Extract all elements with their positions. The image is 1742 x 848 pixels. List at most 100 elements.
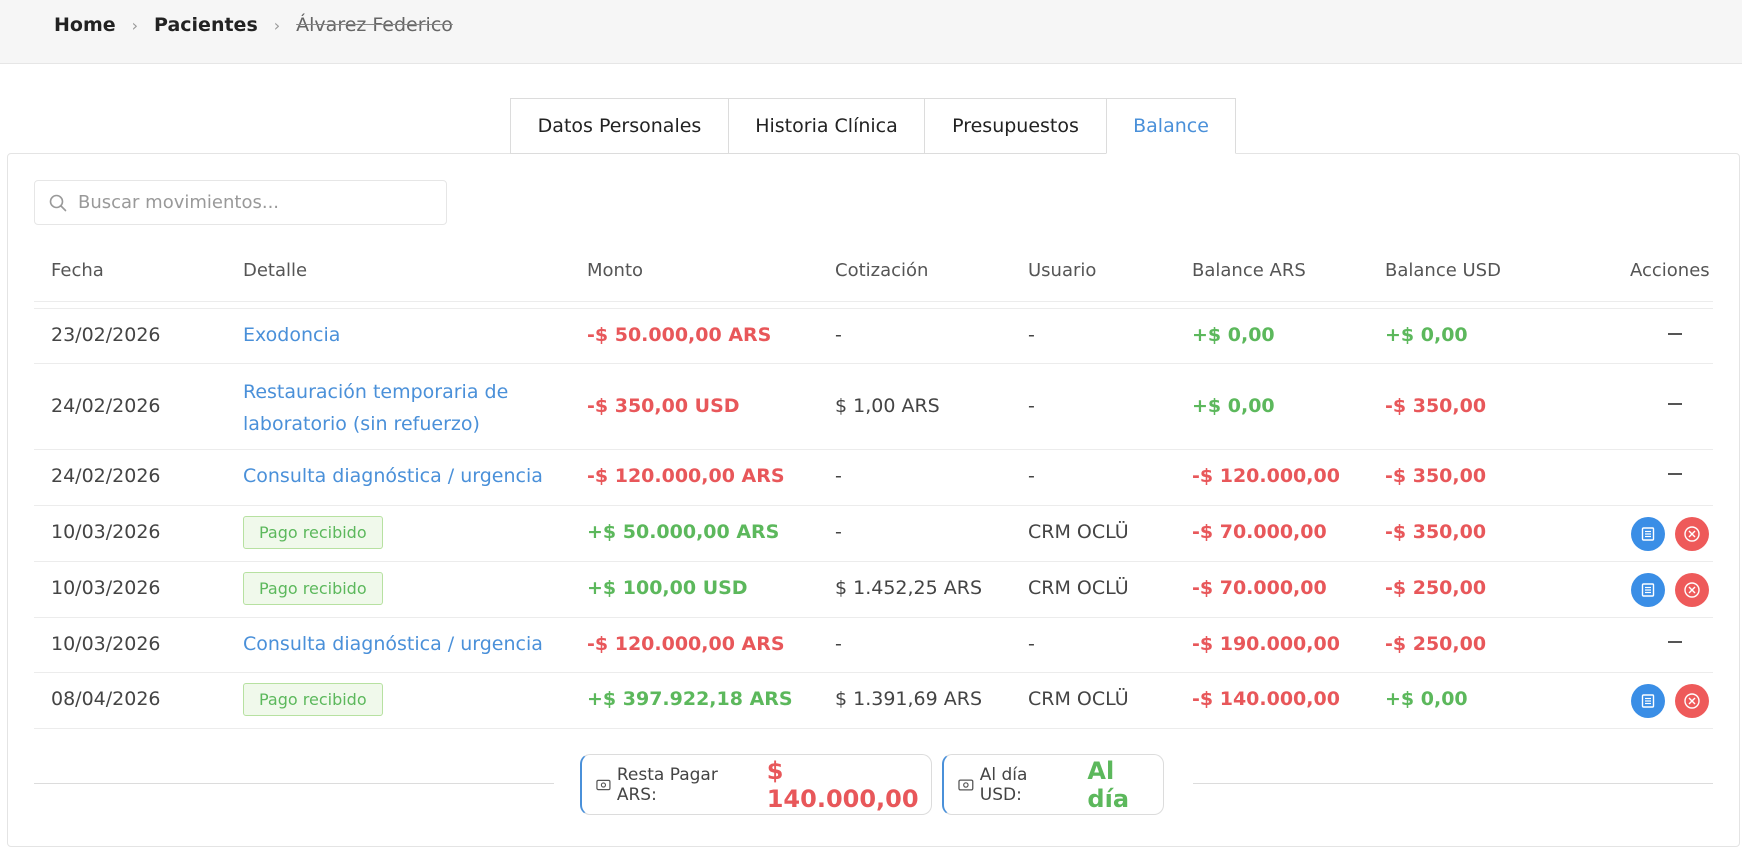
money-icon xyxy=(958,778,974,791)
row-monto: +$ 100,00 USD xyxy=(587,577,748,599)
receipt-icon xyxy=(1641,527,1655,541)
summary-ars-value: $ 140.000,00 xyxy=(766,756,919,813)
payment-badge: Pago recibido xyxy=(243,683,383,716)
tab-historia-clinica[interactable]: Historia Clínica xyxy=(728,98,924,154)
view-receipt-button[interactable] xyxy=(1631,684,1665,718)
receipt-icon xyxy=(1641,694,1655,708)
header-usuario[interactable]: Usuario xyxy=(1028,260,1096,281)
table-row: 24/02/2026 Restauración temporaria de la… xyxy=(34,364,1713,450)
table-header-divider xyxy=(34,301,1713,302)
row-monto: -$ 120.000,00 ARS xyxy=(587,633,785,655)
summary-usd-card: Al día USD: Al día xyxy=(942,754,1164,815)
row-monto: +$ 50.000,00 ARS xyxy=(587,521,780,543)
row-detalle-badge-wrap: Pago recibido xyxy=(243,516,383,549)
row-fecha: 10/03/2026 xyxy=(51,577,161,599)
row-cotizacion: $ 1.391,69 ARS xyxy=(835,688,983,710)
row-usuario: - xyxy=(1028,324,1035,346)
row-detalle-link[interactable]: Restauración temporaria de laboratorio (… xyxy=(243,376,508,440)
row-balance-ars: -$ 120.000,00 xyxy=(1192,465,1340,487)
row-cotizacion: - xyxy=(835,521,842,543)
row-detalle-link[interactable]: Consulta diagnóstica / urgencia xyxy=(243,465,543,487)
breadcrumb-current: Álvarez Federico xyxy=(296,14,453,36)
table-row: 10/03/2026 Pago recibido +$ 100,00 USD $… xyxy=(34,562,1713,618)
row-detalle-link[interactable]: Exodoncia xyxy=(243,324,340,346)
row-balance-usd: -$ 350,00 xyxy=(1385,395,1487,417)
summary-ars-label: Resta Pagar ARS: xyxy=(616,764,718,805)
header-detalle[interactable]: Detalle xyxy=(243,260,307,281)
tab-bar: Datos Personales Historia Clínica Presup… xyxy=(510,98,1236,154)
no-actions-dash xyxy=(1668,473,1682,475)
header-fecha[interactable]: Fecha xyxy=(51,260,104,281)
row-cotizacion: - xyxy=(835,324,842,346)
row-balance-usd: -$ 250,00 xyxy=(1385,577,1487,599)
summary-usd-value: Al día xyxy=(1087,756,1130,813)
row-balance-ars: -$ 140.000,00 xyxy=(1192,688,1340,710)
table-row: 08/04/2026 Pago recibido +$ 397.922,18 A… xyxy=(34,673,1713,729)
table-row: 23/02/2026 Exodoncia -$ 50.000,00 ARS - … xyxy=(34,309,1713,364)
row-monto: -$ 350,00 USD xyxy=(587,395,740,417)
search-input[interactable] xyxy=(78,192,418,213)
chevron-right-icon: › xyxy=(273,15,281,35)
header-cotizacion[interactable]: Cotización xyxy=(835,260,928,281)
row-cotizacion: - xyxy=(835,465,842,487)
view-receipt-button[interactable] xyxy=(1631,517,1665,551)
payment-badge: Pago recibido xyxy=(243,516,383,549)
cancel-payment-button[interactable] xyxy=(1675,517,1709,551)
row-usuario: - xyxy=(1028,465,1035,487)
cancel-payment-button[interactable] xyxy=(1675,684,1709,718)
breadcrumb: Home › Pacientes › Álvarez Federico xyxy=(54,10,453,40)
summary-usd-label: Al día USD: xyxy=(979,764,1028,805)
row-detalle-line: Restauración temporaria de xyxy=(243,381,509,403)
row-balance-ars: -$ 70.000,00 xyxy=(1192,577,1327,599)
row-usuario: - xyxy=(1028,633,1035,655)
row-fecha: 10/03/2026 xyxy=(51,633,161,655)
view-receipt-button[interactable] xyxy=(1631,573,1665,607)
row-balance-usd: +$ 0,00 xyxy=(1385,688,1468,710)
cancel-icon xyxy=(1684,582,1700,598)
tab-datos-personales[interactable]: Datos Personales xyxy=(510,98,728,154)
money-icon xyxy=(596,779,611,790)
table-row: 10/03/2026 Pago recibido +$ 50.000,00 AR… xyxy=(34,506,1713,562)
row-fecha: 08/04/2026 xyxy=(51,688,161,710)
header-monto[interactable]: Monto xyxy=(587,260,643,281)
row-monto: -$ 50.000,00 ARS xyxy=(587,324,772,346)
row-balance-usd: -$ 350,00 xyxy=(1385,521,1487,543)
top-bar: Home › Pacientes › Álvarez Federico xyxy=(0,0,1742,64)
receipt-icon xyxy=(1641,583,1655,597)
tab-balance[interactable]: Balance xyxy=(1106,98,1236,154)
row-balance-usd: +$ 0,00 xyxy=(1385,324,1468,346)
row-detalle-line: laboratorio (sin refuerzo) xyxy=(243,413,480,435)
summary-ars-card: Resta Pagar ARS: $ 140.000,00 xyxy=(580,754,932,815)
search-icon xyxy=(49,194,67,211)
table-row: 24/02/2026 Consulta diagnóstica / urgenc… xyxy=(34,450,1713,506)
breadcrumb-home[interactable]: Home xyxy=(54,14,116,36)
row-detalle-link[interactable]: Consulta diagnóstica / urgencia xyxy=(243,633,543,655)
row-balance-ars: -$ 190.000,00 xyxy=(1192,633,1340,655)
row-usuario: CRM OCLÜ xyxy=(1028,577,1129,599)
row-balance-ars: -$ 70.000,00 xyxy=(1192,521,1327,543)
tab-presupuestos[interactable]: Presupuestos xyxy=(924,98,1106,154)
header-balance-ars[interactable]: Balance ARS xyxy=(1192,260,1306,281)
cancel-icon xyxy=(1684,526,1700,542)
row-balance-usd: -$ 350,00 xyxy=(1385,465,1487,487)
search-box xyxy=(34,180,447,225)
row-balance-usd: -$ 250,00 xyxy=(1385,633,1487,655)
row-cotizacion: $ 1,00 ARS xyxy=(835,395,940,417)
cancel-icon xyxy=(1684,693,1700,709)
table-row: 10/03/2026 Consulta diagnóstica / urgenc… xyxy=(34,618,1713,673)
row-monto: +$ 397.922,18 ARS xyxy=(587,688,793,710)
row-monto: -$ 120.000,00 ARS xyxy=(587,465,785,487)
cancel-payment-button[interactable] xyxy=(1675,573,1709,607)
row-cotizacion: $ 1.452,25 ARS xyxy=(835,577,983,599)
row-fecha: 24/02/2026 xyxy=(51,395,161,417)
summary-divider-right xyxy=(1193,783,1713,784)
no-actions-dash xyxy=(1668,641,1682,643)
row-usuario: CRM OCLÜ xyxy=(1028,688,1129,710)
no-actions-dash xyxy=(1668,403,1682,405)
row-detalle-badge-wrap: Pago recibido xyxy=(243,572,383,605)
row-fecha: 23/02/2026 xyxy=(51,324,161,346)
no-actions-dash xyxy=(1668,333,1682,335)
breadcrumb-patients[interactable]: Pacientes xyxy=(154,14,258,36)
header-balance-usd[interactable]: Balance USD xyxy=(1385,260,1501,281)
row-usuario: - xyxy=(1028,395,1035,417)
